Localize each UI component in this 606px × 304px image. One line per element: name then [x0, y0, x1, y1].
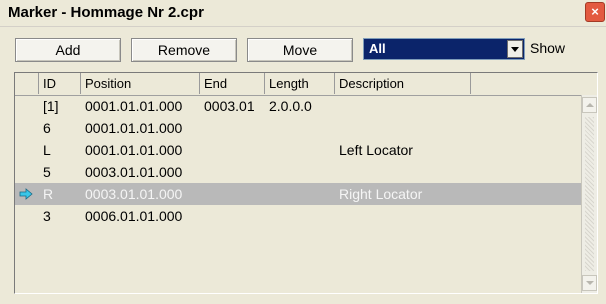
column-header-length[interactable]: Length: [265, 73, 335, 94]
window-title: Marker - Hommage Nr 2.cpr: [8, 4, 204, 21]
cell-description: Left Locator: [339, 142, 413, 158]
cell-position: 0003.01.01.000: [85, 186, 183, 202]
cell-id: 5: [43, 164, 51, 180]
show-label: Show: [530, 40, 566, 56]
move-button[interactable]: Move: [247, 38, 353, 62]
scroll-down-icon[interactable]: [582, 275, 597, 291]
marker-window: Marker - Hommage Nr 2.cpr × Add Remove M…: [0, 0, 606, 304]
cell-id: R: [43, 186, 54, 202]
table-row[interactable]: 5 0003.01.01.000: [15, 161, 581, 183]
table-row[interactable]: R 0003.01.01.000 Right Locator: [15, 183, 581, 205]
scroll-up-icon[interactable]: [582, 97, 597, 113]
cell-id: [1]: [43, 98, 59, 114]
arrow-right-icon: [19, 188, 33, 200]
cell-position: 0001.01.01.000: [85, 98, 183, 114]
cell-id: L: [43, 142, 51, 158]
marker-list: ID Position End Length Description [1] 00…: [14, 72, 598, 294]
filter-dropdown-value: All: [369, 41, 386, 56]
cell-position: 0001.01.01.000: [85, 142, 183, 158]
filter-dropdown[interactable]: All: [363, 38, 525, 60]
cell-end: 0003.01: [204, 98, 255, 114]
column-header-id[interactable]: ID: [39, 73, 81, 94]
close-icon: ×: [591, 4, 599, 19]
table-row[interactable]: 6 0001.01.01.000: [15, 117, 581, 139]
cell-position: 0001.01.01.000: [85, 120, 183, 136]
cell-position: 0003.01.01.000: [85, 164, 183, 180]
close-button[interactable]: ×: [585, 2, 605, 22]
column-header-marker: [15, 73, 39, 94]
column-header-position[interactable]: Position: [81, 73, 200, 94]
add-button[interactable]: Add: [15, 38, 121, 62]
scroll-track[interactable]: [585, 117, 594, 271]
chevron-down-icon[interactable]: [507, 40, 523, 58]
column-header-spacer: [471, 73, 583, 94]
column-header-description[interactable]: Description: [335, 73, 471, 94]
table-row[interactable]: [1] 0001.01.01.000 0003.01 2.0.0.0: [15, 95, 581, 117]
list-header: ID Position End Length Description: [15, 73, 583, 96]
vertical-scrollbar[interactable]: [581, 95, 597, 293]
cell-id: 3: [43, 208, 51, 224]
title-bar: Marker - Hommage Nr 2.cpr ×: [0, 0, 606, 27]
cell-length: 2.0.0.0: [269, 98, 312, 114]
remove-button[interactable]: Remove: [131, 38, 237, 62]
cell-description: Right Locator: [339, 186, 423, 202]
marker-rows: [1] 0001.01.01.000 0003.01 2.0.0.0 6 0001.01.…: [15, 95, 583, 293]
table-row[interactable]: 3 0006.01.01.000: [15, 205, 581, 227]
cell-position: 0006.01.01.000: [85, 208, 183, 224]
column-header-end[interactable]: End: [200, 73, 265, 94]
cell-id: 6: [43, 120, 51, 136]
table-row[interactable]: L 0001.01.01.000 Left Locator: [15, 139, 581, 161]
